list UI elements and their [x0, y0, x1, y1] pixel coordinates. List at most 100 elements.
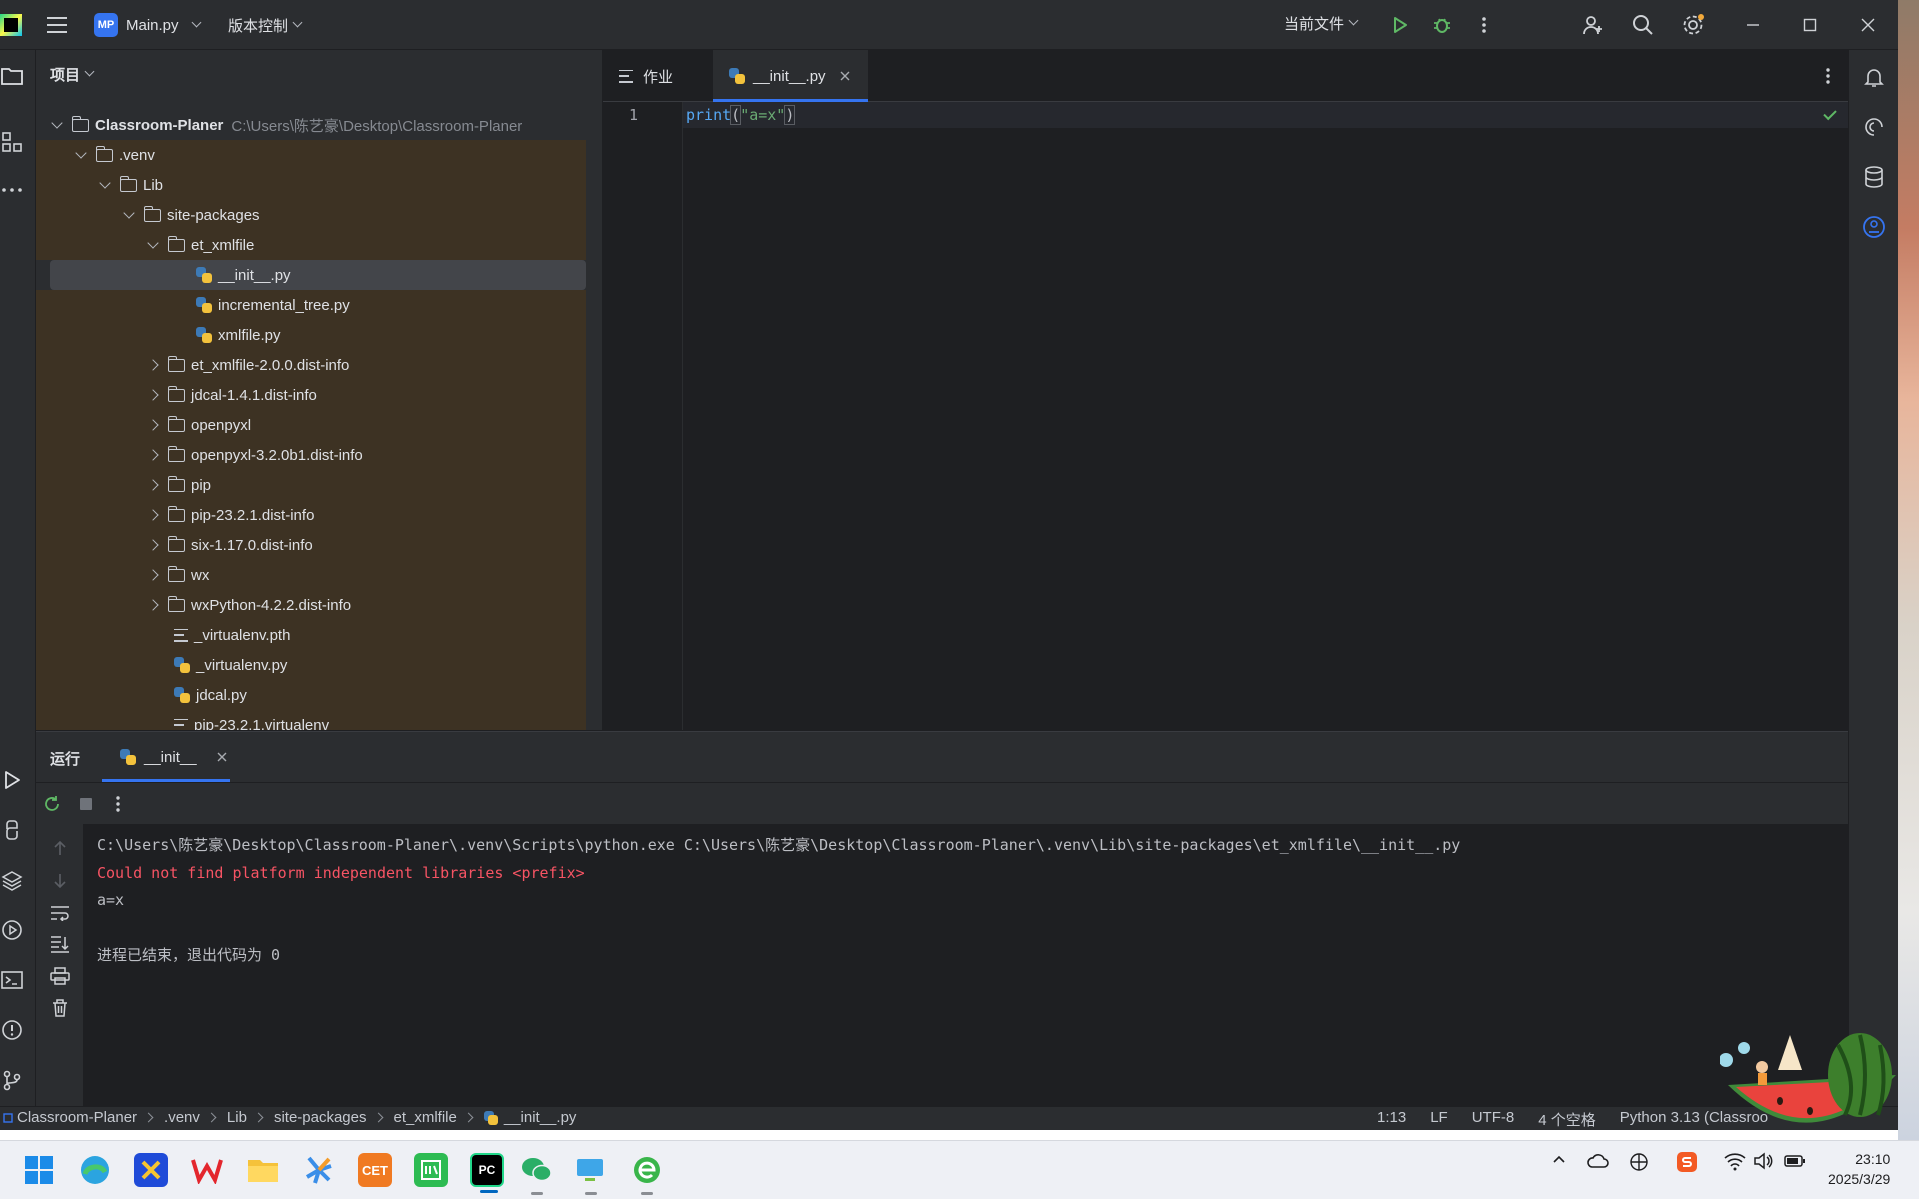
run-more-button[interactable]: [106, 792, 130, 816]
git-tool-button[interactable]: [0, 1068, 24, 1092]
breadcrumb-item[interactable]: et_xmlfile: [394, 1109, 457, 1126]
tree-item-six-dist-info[interactable]: six-1.17.0.dist-info: [36, 530, 586, 560]
breadcrumb-item[interactable]: site-packages: [274, 1109, 367, 1126]
ai-assistant-button[interactable]: [1861, 114, 1887, 140]
tree-item-virtualenv-py[interactable]: _virtualenv.py: [36, 650, 586, 680]
problems-tool-button[interactable]: [0, 1018, 24, 1042]
scroll-to-end-button[interactable]: [48, 932, 72, 956]
tree-item-pip-dist-info[interactable]: pip-23.2.1.dist-info: [36, 500, 586, 530]
tree-item-lib[interactable]: Lib: [36, 170, 586, 200]
scroll-up-button[interactable]: [48, 836, 72, 860]
clear-button[interactable]: [48, 996, 72, 1020]
maximize-button[interactable]: [1797, 12, 1823, 38]
tray-cloud[interactable]: [1586, 1151, 1610, 1174]
tab-homework[interactable]: 作业: [619, 50, 717, 102]
tree-item-init-py[interactable]: __init__.py: [50, 260, 586, 290]
database-button[interactable]: [1861, 164, 1887, 190]
scroll-down-button[interactable]: [48, 869, 72, 893]
tree-item-pip[interactable]: pip: [36, 470, 586, 500]
breadcrumb-item[interactable]: Classroom-Planer: [17, 1109, 137, 1126]
run-tool-button[interactable]: [0, 768, 24, 792]
tree-item-site-packages[interactable]: site-packages: [36, 200, 586, 230]
tree-item-root[interactable]: Classroom-Planer C:\Users\陈艺豪\Desktop\Cl…: [36, 110, 586, 140]
tree-item-wxpython-dist-info[interactable]: wxPython-4.2.2.dist-info: [36, 590, 586, 620]
taskbar-browser-e[interactable]: [630, 1153, 664, 1195]
tray-volume[interactable]: [1753, 1151, 1773, 1174]
close-tab-icon[interactable]: [217, 752, 227, 762]
breadcrumb-separator: [373, 1112, 383, 1123]
stop-button[interactable]: [74, 792, 98, 816]
tree-item-venv[interactable]: .venv: [36, 140, 586, 170]
folder-icon: [167, 595, 185, 612]
edge-browser-icon: [81, 1156, 109, 1184]
search-button[interactable]: [1630, 12, 1656, 38]
project-tool-button[interactable]: [0, 64, 24, 88]
debug-button[interactable]: [1430, 13, 1454, 37]
taskbar-explorer[interactable]: [246, 1153, 280, 1187]
run-config-selector[interactable]: 当前文件: [1284, 13, 1359, 34]
tree-item-label: six-1.17.0.dist-info: [191, 536, 313, 554]
project-switcher[interactable]: MP Main.py: [94, 11, 201, 39]
breadcrumb-item[interactable]: Lib: [227, 1109, 247, 1126]
vcs-menu[interactable]: 版本控制: [228, 11, 303, 39]
tree-item-pip-virtualenv[interactable]: pip-23.2.1.virtualenv: [36, 710, 586, 730]
taskbar-iqiyi[interactable]: [414, 1153, 448, 1187]
taskbar-clock[interactable]: 23:10 2025/3/29: [1828, 1149, 1890, 1189]
notifications-button[interactable]: [1861, 64, 1887, 90]
tray-sogou[interactable]: [1676, 1151, 1698, 1176]
tray-battery[interactable]: [1784, 1151, 1806, 1174]
breadcrumb-item[interactable]: __init__.py: [504, 1109, 577, 1126]
close-tab-icon[interactable]: [840, 71, 850, 81]
terminal-tool-button[interactable]: [0, 968, 24, 992]
taskbar-wps[interactable]: [190, 1153, 224, 1187]
tree-item-jdcal-py[interactable]: jdcal.py: [36, 680, 586, 710]
tree-item-jdcal-dist-info[interactable]: jdcal-1.4.1.dist-info: [36, 380, 586, 410]
tree-item-xmlfile[interactable]: xmlfile.py: [36, 320, 586, 350]
settings-button[interactable]: [1680, 12, 1706, 38]
indent-setting[interactable]: 4 个空格: [1538, 1109, 1596, 1130]
main-menu-button[interactable]: [44, 12, 70, 38]
tree-item-openpyxl[interactable]: openpyxl: [36, 410, 586, 440]
soft-wrap-button[interactable]: [48, 901, 72, 925]
caret-position[interactable]: 1:13: [1377, 1109, 1406, 1130]
taskbar-app-fan[interactable]: [302, 1153, 336, 1187]
rerun-button[interactable]: [40, 792, 64, 816]
tray-wifi[interactable]: [1724, 1151, 1746, 1174]
more-actions-button[interactable]: [1472, 13, 1496, 37]
console-output[interactable]: C:\Users\陈艺豪\Desktop\Classroom-Planer\.v…: [97, 832, 1460, 970]
taskbar-wechat[interactable]: [520, 1153, 554, 1195]
print-button[interactable]: [48, 964, 72, 988]
code-with-me-button[interactable]: [1580, 12, 1606, 38]
minimize-button[interactable]: [1740, 12, 1766, 38]
tree-item-virtualenv-pth[interactable]: _virtualenv.pth: [36, 620, 586, 650]
close-window-button[interactable]: [1855, 12, 1881, 38]
layers-tool-button[interactable]: [0, 868, 24, 892]
taskbar-pycharm[interactable]: PC: [470, 1153, 504, 1193]
python-packages-button[interactable]: [0, 818, 24, 842]
run-button[interactable]: [1388, 13, 1412, 37]
editor-more-button[interactable]: [1816, 64, 1840, 88]
account-button[interactable]: [1861, 214, 1887, 240]
tab-init-py[interactable]: __init__.py: [713, 50, 868, 102]
tree-item-openpyxl-dist-info[interactable]: openpyxl-3.2.0b1.dist-info: [36, 440, 586, 470]
tree-item-wx[interactable]: wx: [36, 560, 586, 590]
project-view-selector[interactable]: 项目: [50, 64, 95, 85]
line-separator[interactable]: LF: [1430, 1109, 1448, 1130]
taskbar-cet[interactable]: CET: [358, 1153, 392, 1187]
taskbar-app-x[interactable]: [134, 1153, 168, 1187]
breadcrumb-item[interactable]: .venv: [164, 1109, 200, 1126]
tray-network-app[interactable]: [1628, 1151, 1650, 1176]
taskbar-remote[interactable]: [574, 1153, 608, 1195]
services-tool-button[interactable]: [0, 918, 24, 942]
code-line[interactable]: print("a=x"): [686, 105, 796, 125]
tree-item-et-xmlfile[interactable]: et_xmlfile: [36, 230, 586, 260]
taskbar-edge[interactable]: [78, 1153, 112, 1187]
structure-tool-button[interactable]: [0, 130, 24, 154]
start-button[interactable]: [22, 1153, 56, 1187]
tree-item-incremental-tree[interactable]: incremental_tree.py: [36, 290, 586, 320]
tray-overflow-button[interactable]: [1551, 1151, 1567, 1170]
tree-item-et-xmlfile-dist-info[interactable]: et_xmlfile-2.0.0.dist-info: [36, 350, 586, 380]
file-encoding[interactable]: UTF-8: [1472, 1109, 1515, 1130]
more-tools-button[interactable]: [0, 178, 24, 202]
run-tab-init[interactable]: __init__: [102, 732, 230, 782]
